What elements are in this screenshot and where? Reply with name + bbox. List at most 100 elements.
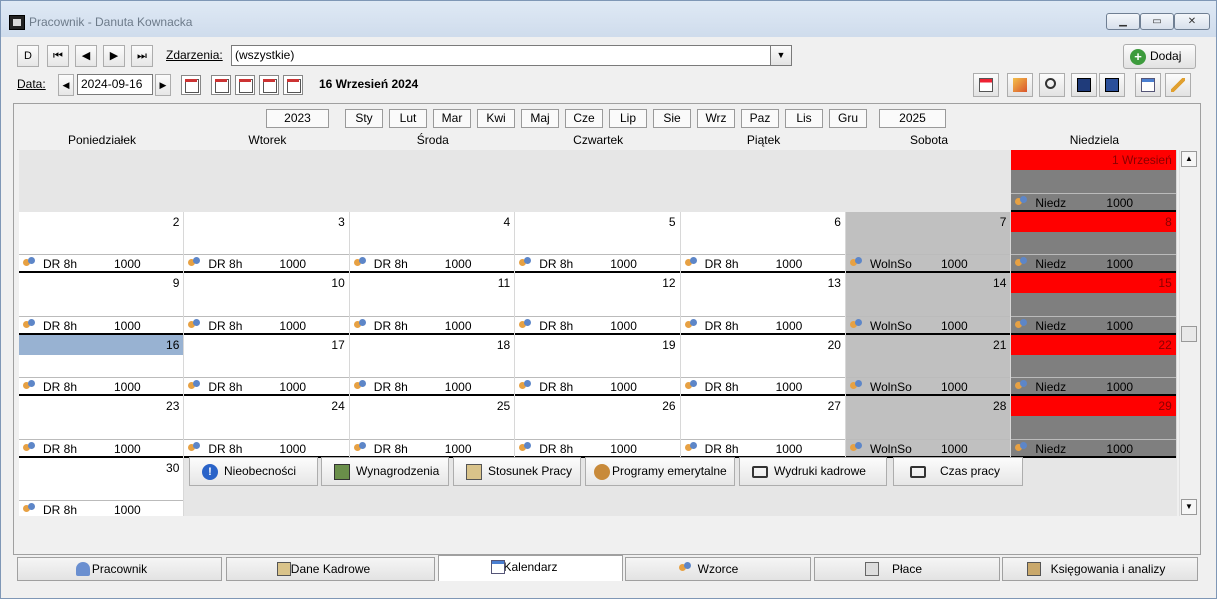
nav-d-button[interactable]: D [17, 45, 39, 67]
schedule-entry[interactable]: Niedz 1000 [1011, 254, 1176, 273]
tool-edit-button[interactable] [1165, 73, 1191, 97]
tab-ksiegowania[interactable]: Księgowania i analizy [1002, 557, 1198, 581]
tab-kalendarz[interactable]: Kalendarz [438, 555, 623, 581]
day-cell[interactable]: 6 DR 8h 1000 [680, 211, 846, 273]
schedule-entry[interactable]: DR 8h 1000 [515, 315, 680, 335]
schedule-entry[interactable]: DR 8h 1000 [19, 377, 184, 396]
day-cell[interactable]: 4 DR 8h 1000 [349, 211, 516, 273]
date-field[interactable]: 2024-09-16 [77, 74, 153, 95]
schedule-entry[interactable]: DR 8h 1000 [184, 315, 349, 335]
day-cell[interactable]: 20 DR 8h 1000 [680, 334, 846, 396]
schedule-entry[interactable]: DR 8h 1000 [680, 438, 845, 458]
month-button[interactable]: Mar [433, 109, 471, 128]
calendar-month-icon[interactable] [259, 75, 279, 95]
month-button[interactable]: Lis [785, 109, 823, 128]
add-button[interactable]: + Dodaj [1123, 44, 1196, 69]
tool-window-button[interactable] [973, 73, 999, 97]
day-cell[interactable]: 14 WolnSo 1000 [846, 273, 1012, 335]
tool-table-button[interactable] [1071, 73, 1097, 97]
day-cell[interactable]: 10 DR 8h 1000 [184, 273, 350, 335]
prev-year-button[interactable]: 2023 [266, 109, 329, 128]
work-time-button[interactable]: Czas pracy [893, 457, 1023, 486]
schedule-entry[interactable]: Niedz 1000 [1011, 438, 1176, 458]
absences-button[interactable]: ! Nieobecności [189, 457, 318, 486]
month-button[interactable]: Maj [521, 109, 559, 128]
month-button[interactable]: Kwi [477, 109, 515, 128]
schedule-entry[interactable]: DR 8h 1000 [349, 315, 515, 335]
nav-prev-button[interactable]: ◀ [75, 45, 97, 67]
month-button[interactable]: Lut [389, 109, 427, 128]
date-prev-button[interactable]: ◀ [58, 74, 74, 96]
schedule-entry[interactable]: DR 8h 1000 [349, 254, 515, 273]
schedule-entry[interactable]: WolnSo 1000 [846, 315, 1011, 335]
schedule-entry[interactable]: Niedz 1000 [1011, 192, 1176, 212]
tab-wzorce[interactable]: Wzorce [625, 557, 811, 581]
tool-settings-button[interactable] [1099, 73, 1125, 97]
scroll-thumb[interactable] [1181, 326, 1197, 342]
day-cell[interactable]: 23 DR 8h 1000 [19, 396, 185, 458]
scroll-up-icon[interactable]: ▲ [1181, 151, 1197, 167]
day-cell[interactable]: 13 DR 8h 1000 [680, 273, 846, 335]
schedule-entry[interactable]: DR 8h 1000 [515, 377, 680, 396]
events-select[interactable]: (wszystkie) [231, 45, 771, 66]
nav-next-button[interactable]: ▶ [103, 45, 125, 67]
schedule-entry[interactable]: DR 8h 1000 [184, 438, 349, 458]
tab-pracownik[interactable]: Pracownik [17, 557, 222, 581]
minimize-button[interactable]: ▁ [1106, 13, 1140, 30]
month-button[interactable]: Paz [741, 109, 779, 128]
month-button[interactable]: Cze [565, 109, 603, 128]
schedule-entry[interactable]: DR 8h 1000 [19, 254, 184, 273]
schedule-entry[interactable]: DR 8h 1000 [184, 254, 349, 273]
nav-last-button[interactable]: ⏭ [131, 45, 153, 67]
day-cell[interactable]: 7 WolnSo 1000 [846, 211, 1012, 273]
day-cell[interactable]: 17 DR 8h 1000 [184, 334, 350, 396]
date-next-button[interactable]: ▶ [155, 74, 171, 96]
scroll-down-icon[interactable]: ▼ [1181, 499, 1197, 515]
nav-first-button[interactable]: ⏮ [47, 45, 69, 67]
month-button[interactable]: Sty [345, 109, 383, 128]
day-cell[interactable]: 22 Niedz 1000 [1011, 334, 1177, 396]
day-cell[interactable]: 18 DR 8h 1000 [349, 334, 516, 396]
day-cell[interactable]: 16 DR 8h 1000 [19, 334, 185, 396]
schedule-entry[interactable]: DR 8h 1000 [19, 500, 184, 516]
schedule-entry[interactable]: DR 8h 1000 [349, 377, 515, 396]
next-year-button[interactable]: 2025 [879, 109, 946, 128]
schedule-entry[interactable]: DR 8h 1000 [19, 315, 184, 335]
day-cell[interactable]: 25 DR 8h 1000 [349, 396, 516, 458]
day-cell[interactable]: 21 WolnSo 1000 [846, 334, 1012, 396]
day-cell[interactable]: 26 DR 8h 1000 [515, 396, 681, 458]
day-cell[interactable]: 5 DR 8h 1000 [515, 211, 681, 273]
day-cell[interactable]: 11 DR 8h 1000 [349, 273, 516, 335]
schedule-entry[interactable]: DR 8h 1000 [680, 377, 845, 396]
day-cell[interactable]: 27 DR 8h 1000 [680, 396, 846, 458]
schedule-entry[interactable]: Niedz 1000 [1011, 315, 1176, 335]
day-cell[interactable]: 3 DR 8h 1000 [184, 211, 350, 273]
calendar-week-icon[interactable] [235, 75, 255, 95]
schedule-entry[interactable]: DR 8h 1000 [349, 438, 515, 458]
day-cell[interactable]: 29 Niedz 1000 [1011, 396, 1177, 458]
maximize-button[interactable]: ▭ [1140, 13, 1174, 30]
schedule-entry[interactable]: DR 8h 1000 [184, 377, 349, 396]
month-button[interactable]: Gru [829, 109, 867, 128]
day-cell[interactable]: 28 WolnSo 1000 [846, 396, 1012, 458]
schedule-entry[interactable]: WolnSo 1000 [846, 438, 1011, 458]
day-cell[interactable]: 30 DR 8h 1000 [19, 457, 185, 516]
schedule-entry[interactable]: Niedz 1000 [1011, 377, 1176, 396]
employment-button[interactable]: Stosunek Pracy [453, 457, 581, 486]
salaries-button[interactable]: Wynagrodzenia [321, 457, 449, 486]
month-button[interactable]: Wrz [697, 109, 735, 128]
tool-search-button[interactable] [1039, 73, 1065, 97]
vertical-scrollbar[interactable]: ▲ ▼ [1179, 150, 1197, 516]
schedule-entry[interactable]: DR 8h 1000 [680, 315, 845, 335]
schedule-entry[interactable]: WolnSo 1000 [846, 377, 1011, 396]
tab-place[interactable]: Płace [814, 557, 1000, 581]
schedule-entry[interactable]: DR 8h 1000 [19, 438, 184, 458]
tab-dane-kadrowe[interactable]: Dane Kadrowe [226, 557, 435, 581]
day-cell[interactable]: 1 Wrzesień Niedz 1000 [1011, 150, 1177, 212]
month-button[interactable]: Sie [653, 109, 691, 128]
day-cell[interactable]: 24 DR 8h 1000 [184, 396, 350, 458]
calendar-today-icon[interactable] [181, 75, 201, 95]
tool-chart-button[interactable] [1007, 73, 1033, 97]
schedule-entry[interactable]: DR 8h 1000 [680, 254, 845, 273]
schedule-entry[interactable]: WolnSo 1000 [846, 254, 1011, 273]
